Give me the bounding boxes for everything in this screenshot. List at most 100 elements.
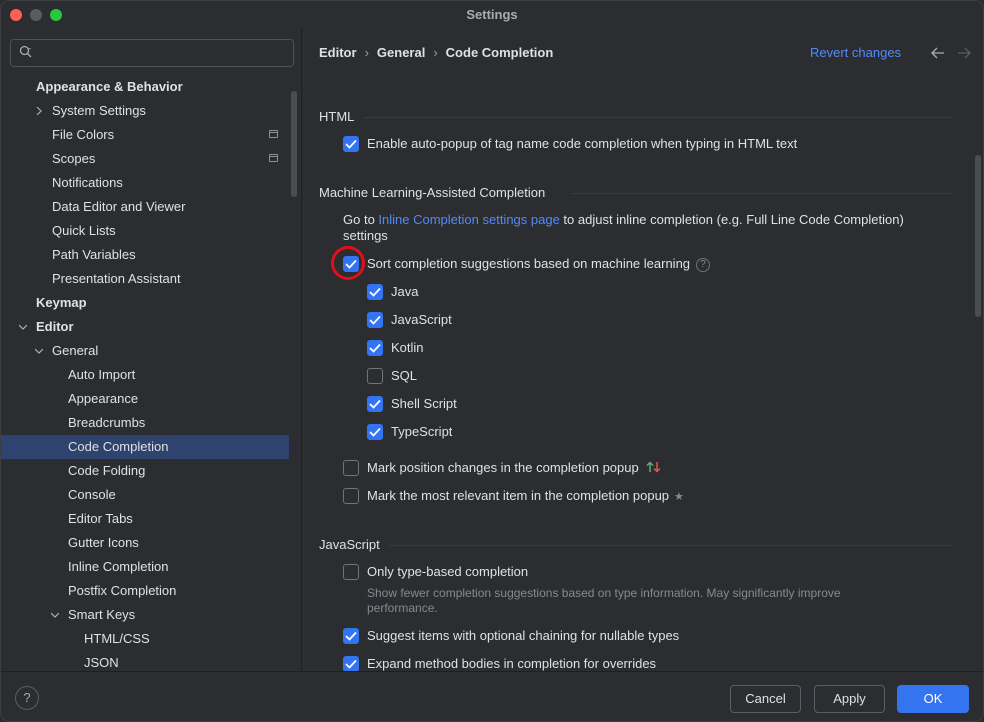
checkmark-icon — [345, 139, 357, 149]
title-bar: Settings — [1, 1, 983, 29]
sidebar-item-code-folding[interactable]: Code Folding — [1, 459, 289, 483]
up-down-arrows-icon — [646, 461, 661, 473]
ml-lang-kotlin-label: Kotlin — [391, 340, 424, 355]
project-level-icon — [269, 154, 278, 162]
ml-lang-shell-label: Shell Script — [391, 396, 457, 411]
sidebar-item-keymap[interactable]: Keymap — [1, 291, 289, 315]
ml-lang-typescript-checkbox[interactable] — [367, 424, 383, 440]
sidebar-item-gutter-icons[interactable]: Gutter Icons — [1, 531, 289, 555]
content-scrollbar[interactable] — [975, 155, 981, 317]
sidebar-item-notifications[interactable]: Notifications — [1, 171, 289, 195]
sidebar-item-console[interactable]: Console — [1, 483, 289, 507]
sidebar-item-smart-keys[interactable]: Smart Keys — [1, 603, 289, 627]
section-divider — [363, 117, 953, 118]
ml-lang-java-label: Java — [391, 284, 419, 299]
type-based-label: Only type-based completion — [367, 564, 529, 579]
breadcrumb-separator: › — [433, 45, 438, 60]
sidebar-item-presentation-assistant[interactable]: Presentation Assistant — [1, 267, 289, 291]
html-autopopup-label: Enable auto-popup of tag name code compl… — [367, 136, 798, 151]
breadcrumb-code-completion: Code Completion — [445, 45, 554, 60]
sidebar-item-editor-tabs[interactable]: Editor Tabs — [1, 507, 289, 531]
ml-lang-javascript-checkbox[interactable] — [367, 312, 383, 328]
checkmark-icon — [369, 399, 381, 409]
checkmark-icon — [369, 315, 381, 325]
type-based-description-line2: performance. — [367, 601, 438, 615]
breadcrumb-separator: › — [364, 45, 369, 60]
breadcrumb-editor[interactable]: Editor — [319, 45, 357, 60]
sidebar-item-scopes[interactable]: Scopes — [1, 147, 289, 171]
sidebar-item-editor[interactable]: Editor — [1, 315, 289, 339]
ml-lang-kotlin-checkbox[interactable] — [367, 340, 383, 356]
mark-relevant-checkbox[interactable] — [343, 488, 359, 504]
section-title-ml: Machine Learning-Assisted Completion — [319, 185, 546, 200]
ok-button[interactable]: OK — [897, 685, 969, 713]
ml-lang-java-checkbox[interactable] — [367, 284, 383, 300]
ml-lang-javascript-label: JavaScript — [391, 312, 452, 327]
ml-lang-sql-checkbox[interactable] — [367, 368, 383, 384]
highlight-circle — [331, 246, 365, 280]
mark-position-checkbox[interactable] — [343, 460, 359, 476]
ml-goto-text-line2: settings — [343, 228, 388, 243]
cancel-button[interactable]: Cancel — [730, 685, 801, 713]
checkmark-icon — [369, 343, 381, 353]
checkmark-icon — [345, 631, 357, 641]
settings-content: Editor › General › Code Completion Revert ch… — [303, 29, 983, 672]
sidebar-item-data-editor[interactable]: Data Editor and Viewer — [1, 195, 289, 219]
chevron-down-icon[interactable] — [19, 323, 27, 331]
checkmark-icon — [369, 427, 381, 437]
sidebar-item-appearance-behavior[interactable]: Appearance & Behavior — [1, 75, 289, 99]
search-input[interactable] — [10, 39, 294, 67]
sidebar-item-general[interactable]: General — [1, 339, 289, 363]
ml-goto-text: Go to Inline Completion settings page to… — [343, 212, 904, 227]
sidebar-item-postfix-completion[interactable]: Postfix Completion — [1, 579, 289, 603]
search-icon — [19, 45, 32, 58]
arrow-left-icon[interactable] — [931, 47, 945, 59]
dialog-footer: ? Cancel Apply OK — [1, 671, 983, 721]
section-title-javascript: JavaScript — [319, 537, 380, 552]
sidebar-item-appearance[interactable]: Appearance — [1, 387, 289, 411]
window-title: Settings — [466, 7, 518, 22]
ml-lang-typescript-label: TypeScript — [391, 424, 453, 439]
expand-bodies-checkbox[interactable] — [343, 656, 359, 672]
sidebar-item-path-variables[interactable]: Path Variables — [1, 243, 289, 267]
checkmark-icon — [369, 287, 381, 297]
breadcrumb: Editor › General › Code Completion — [319, 45, 553, 60]
sidebar-item-file-colors[interactable]: File Colors — [1, 123, 289, 147]
settings-window: Settings Appearance & Behavior System Se… — [0, 0, 984, 722]
revert-changes-link[interactable]: Revert changes — [810, 45, 901, 60]
sidebar-item-system-settings[interactable]: System Settings — [1, 99, 289, 123]
chevron-right-icon[interactable] — [35, 107, 43, 115]
section-divider — [389, 545, 953, 546]
section-divider — [571, 193, 953, 194]
star-icon: ★ — [674, 491, 684, 503]
type-based-checkbox[interactable] — [343, 564, 359, 580]
optional-chaining-label: Suggest items with optional chaining for… — [367, 628, 680, 643]
apply-button[interactable]: Apply — [814, 685, 885, 713]
sidebar-item-quick-lists[interactable]: Quick Lists — [1, 219, 289, 243]
mark-relevant-label: Mark the most relevant item in the compl… — [367, 488, 670, 503]
settings-sidebar: Appearance & Behavior System Settings Fi… — [1, 29, 302, 671]
help-icon[interactable]: ? — [696, 258, 711, 272]
ml-sort-label: Sort completion suggestions based on mac… — [367, 256, 691, 271]
chevron-down-icon[interactable] — [35, 347, 43, 355]
ml-lang-shell-checkbox[interactable] — [367, 396, 383, 412]
chevron-down-icon[interactable] — [51, 611, 59, 619]
arrow-right-icon[interactable] — [957, 47, 971, 59]
mark-position-label: Mark position changes in the completion … — [367, 460, 639, 475]
sidebar-scrollbar[interactable] — [291, 91, 297, 197]
project-level-icon — [269, 130, 278, 138]
breadcrumb-general[interactable]: General — [377, 45, 425, 60]
sidebar-item-code-completion[interactable]: Code Completion — [1, 435, 289, 459]
sidebar-item-html-css[interactable]: HTML/CSS — [1, 627, 289, 651]
inline-completion-settings-link[interactable]: Inline Completion settings page — [378, 212, 559, 227]
html-autopopup-checkbox[interactable] — [343, 136, 359, 152]
ml-lang-sql-label: SQL — [391, 368, 418, 383]
section-title-html: HTML — [319, 109, 355, 124]
checkmark-icon — [345, 659, 357, 669]
sidebar-item-breadcrumbs[interactable]: Breadcrumbs — [1, 411, 289, 435]
sidebar-item-auto-import[interactable]: Auto Import — [1, 363, 289, 387]
type-based-description: Show fewer completion suggestions based … — [367, 586, 841, 600]
optional-chaining-checkbox[interactable] — [343, 628, 359, 644]
help-button[interactable]: ? — [15, 686, 39, 710]
sidebar-item-inline-completion[interactable]: Inline Completion — [1, 555, 289, 579]
